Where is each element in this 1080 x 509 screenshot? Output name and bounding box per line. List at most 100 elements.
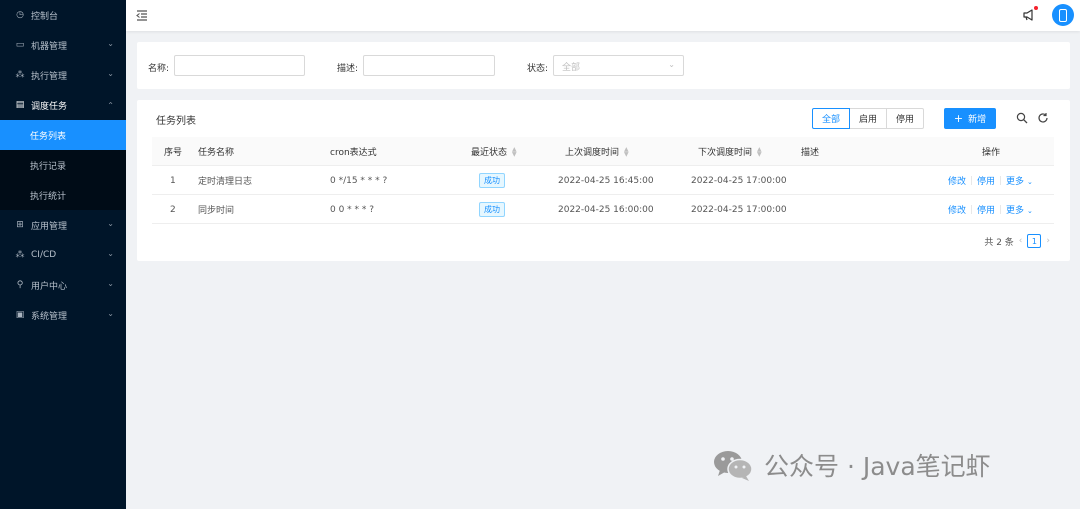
menu-fold-icon[interactable] bbox=[136, 9, 148, 21]
name-input[interactable] bbox=[174, 55, 305, 76]
sidebar-item-label: 系统管理 bbox=[31, 311, 68, 322]
sidebar: ◷ 控制台 ▭ 机器管理 ⌄ ⁂ 执行管理 ⌄ ▤ 调度任务 ⌃ 任务列表 执行… bbox=[0, 0, 126, 509]
sidebar-item-system[interactable]: ▣ 系统管理 ⌄ bbox=[0, 300, 126, 330]
add-task-button[interactable]: + 新增 bbox=[944, 108, 996, 129]
mobile-icon bbox=[1059, 8, 1067, 22]
pagination-total: 共 2 条 bbox=[984, 237, 1014, 248]
schedule-icon: ▤ bbox=[15, 100, 25, 110]
table-header: 序号 任务名称 cron表达式 最近状态 ▲ ▼ 上次调度时间 ▲ ▼ 下次调度时间 ▲ ▼… bbox=[152, 137, 1054, 166]
sidebar-item-schedule[interactable]: ▤ 调度任务 ⌃ bbox=[0, 90, 126, 120]
task-table: 序号 任务名称 cron表达式 最近状态 ▲ ▼ 上次调度时间 ▲ ▼ 下次调度时间 ▲ ▼… bbox=[152, 137, 1054, 224]
sidebar-subitem-exec-stats[interactable]: 执行统计 bbox=[0, 180, 126, 210]
col-index: 序号 bbox=[164, 148, 183, 158]
chevron-down-icon: ⌄ bbox=[107, 249, 114, 258]
schedule-submenu: 任务列表 执行记录 执行统计 bbox=[0, 120, 126, 210]
col-desc: 描述 bbox=[801, 148, 820, 158]
sidebar-item-cicd[interactable]: ⁂ CI/CD ⌄ bbox=[0, 240, 126, 270]
more-dropdown[interactable]: 更多 ⌄ bbox=[1006, 203, 1033, 216]
sidebar-item-machines[interactable]: ▭ 机器管理 ⌄ bbox=[0, 30, 126, 60]
desc-label: 描述: bbox=[337, 64, 359, 74]
status-select[interactable]: 全部 ⌄ bbox=[553, 55, 684, 76]
cell-actions: 修改 停用 更多 ⌄ bbox=[948, 195, 1033, 224]
desc-input[interactable] bbox=[363, 55, 495, 76]
disable-link[interactable]: 停用 bbox=[977, 174, 995, 187]
sidebar-item-apps[interactable]: ⊞ 应用管理 ⌄ bbox=[0, 210, 126, 240]
task-list-card: 任务列表 全部 启用 停用 + 新增 序号 任务名称 cron表达式 最近状态 ▲… bbox=[137, 100, 1070, 261]
edit-link[interactable]: 修改 bbox=[948, 174, 966, 187]
disable-link[interactable]: 停用 bbox=[977, 203, 995, 216]
chevron-up-icon: ⌃ bbox=[107, 101, 114, 110]
status-filter-group: 全部 启用 停用 bbox=[812, 108, 925, 129]
cell-name: 同步时间 bbox=[198, 206, 235, 216]
sidebar-subitem-task-list[interactable]: 任务列表 bbox=[0, 120, 126, 150]
cell-status: 成功 bbox=[479, 166, 505, 195]
sidebar-item-label: 执行管理 bbox=[31, 71, 68, 82]
edit-link[interactable]: 修改 bbox=[948, 203, 966, 216]
sidebar-item-label: 机器管理 bbox=[31, 41, 68, 52]
cell-last-run: 2022-04-25 16:00:00 bbox=[558, 204, 654, 215]
sort-icon: ▲ ▼ bbox=[624, 145, 629, 158]
pagination: 共 2 条 ‹ 1 › bbox=[984, 234, 1055, 248]
sidebar-item-executors[interactable]: ⁂ 执行管理 ⌄ bbox=[0, 60, 126, 90]
cell-index: 1 bbox=[170, 175, 176, 186]
page-item-1[interactable]: 1 bbox=[1027, 234, 1042, 248]
chevron-down-icon: ⌄ bbox=[107, 219, 114, 228]
next-page-icon[interactable]: › bbox=[1046, 236, 1050, 246]
sidebar-item-users[interactable]: ⚲ 用户中心 ⌄ bbox=[0, 270, 126, 300]
sidebar-item-label: CI/CD bbox=[31, 250, 57, 260]
chevron-down-icon: ⌄ bbox=[1027, 207, 1033, 215]
device-button[interactable] bbox=[1052, 4, 1074, 26]
more-dropdown[interactable]: 更多 ⌄ bbox=[1006, 174, 1033, 187]
table-row: 2 同步时间 0 0 * * * ? 成功 2022-04-25 16:00:0… bbox=[152, 195, 1054, 224]
sidebar-subitem-exec-records[interactable]: 执行记录 bbox=[0, 150, 126, 180]
wechat-icon bbox=[714, 451, 753, 481]
chevron-down-icon: ⌄ bbox=[1027, 178, 1033, 186]
sidebar-item-label: 用户中心 bbox=[31, 281, 68, 292]
search-icon[interactable] bbox=[1016, 112, 1028, 124]
chevron-down-icon: ⌄ bbox=[668, 60, 675, 69]
cell-next-run: 2022-04-25 17:00:00 bbox=[691, 204, 787, 215]
sidebar-item-label: 应用管理 bbox=[31, 221, 68, 232]
filter-enabled[interactable]: 启用 bbox=[849, 108, 888, 129]
watermark: 公众号 · Java笔记虾 bbox=[712, 447, 991, 483]
chevron-down-icon: ⌄ bbox=[107, 309, 114, 318]
chevron-down-icon: ⌄ bbox=[107, 279, 114, 288]
divider bbox=[971, 176, 973, 185]
col-actions: 操作 bbox=[982, 148, 1001, 158]
name-label: 名称: bbox=[148, 64, 170, 74]
chevron-down-icon: ⌄ bbox=[107, 69, 114, 78]
cell-next-run: 2022-04-25 17:00:00 bbox=[691, 175, 787, 186]
divider bbox=[1000, 205, 1002, 214]
dashboard-icon: ◷ bbox=[16, 10, 24, 20]
cluster-icon: ⁂ bbox=[15, 70, 25, 80]
search-form: 名称: 描述: 状态: 全部 ⌄ bbox=[137, 42, 1070, 89]
filter-all[interactable]: 全部 bbox=[812, 108, 851, 129]
notification-icon[interactable] bbox=[1022, 8, 1036, 22]
sidebar-item-label: 调度任务 bbox=[31, 101, 68, 112]
table-row: 1 定时清理日志 0 */15 * * * ? 成功 2022-04-25 16… bbox=[152, 166, 1054, 195]
notification-badge bbox=[1034, 6, 1038, 10]
system-icon: ▣ bbox=[15, 310, 25, 320]
filter-disabled[interactable]: 停用 bbox=[886, 108, 925, 129]
cell-status: 成功 bbox=[479, 195, 505, 224]
apps-icon: ⊞ bbox=[16, 220, 24, 230]
cell-name: 定时清理日志 bbox=[198, 177, 253, 187]
status-select-placeholder: 全部 bbox=[562, 63, 581, 73]
status-tag: 成功 bbox=[479, 173, 505, 188]
sidebar-item-dashboard[interactable]: ◷ 控制台 bbox=[0, 0, 126, 30]
cell-cron: 0 */15 * * * ? bbox=[330, 175, 388, 186]
col-next-run[interactable]: 下次调度时间 ▲ ▼ bbox=[698, 137, 762, 166]
sidebar-item-label: 控制台 bbox=[31, 11, 59, 22]
reload-icon[interactable] bbox=[1037, 112, 1049, 124]
col-last-run[interactable]: 上次调度时间 ▲ ▼ bbox=[565, 137, 629, 166]
cell-last-run: 2022-04-25 16:45:00 bbox=[558, 175, 654, 186]
sort-icon: ▲ ▼ bbox=[512, 145, 517, 158]
status-tag: 成功 bbox=[479, 202, 505, 217]
col-status[interactable]: 最近状态 ▲ ▼ bbox=[471, 137, 517, 166]
divider bbox=[1000, 176, 1002, 185]
plus-icon: + bbox=[953, 112, 964, 125]
card-title: 任务列表 bbox=[156, 116, 196, 127]
prev-page-icon[interactable]: ‹ bbox=[1019, 236, 1023, 246]
pipeline-icon: ⁂ bbox=[15, 250, 25, 260]
chevron-down-icon: ⌄ bbox=[107, 39, 114, 48]
